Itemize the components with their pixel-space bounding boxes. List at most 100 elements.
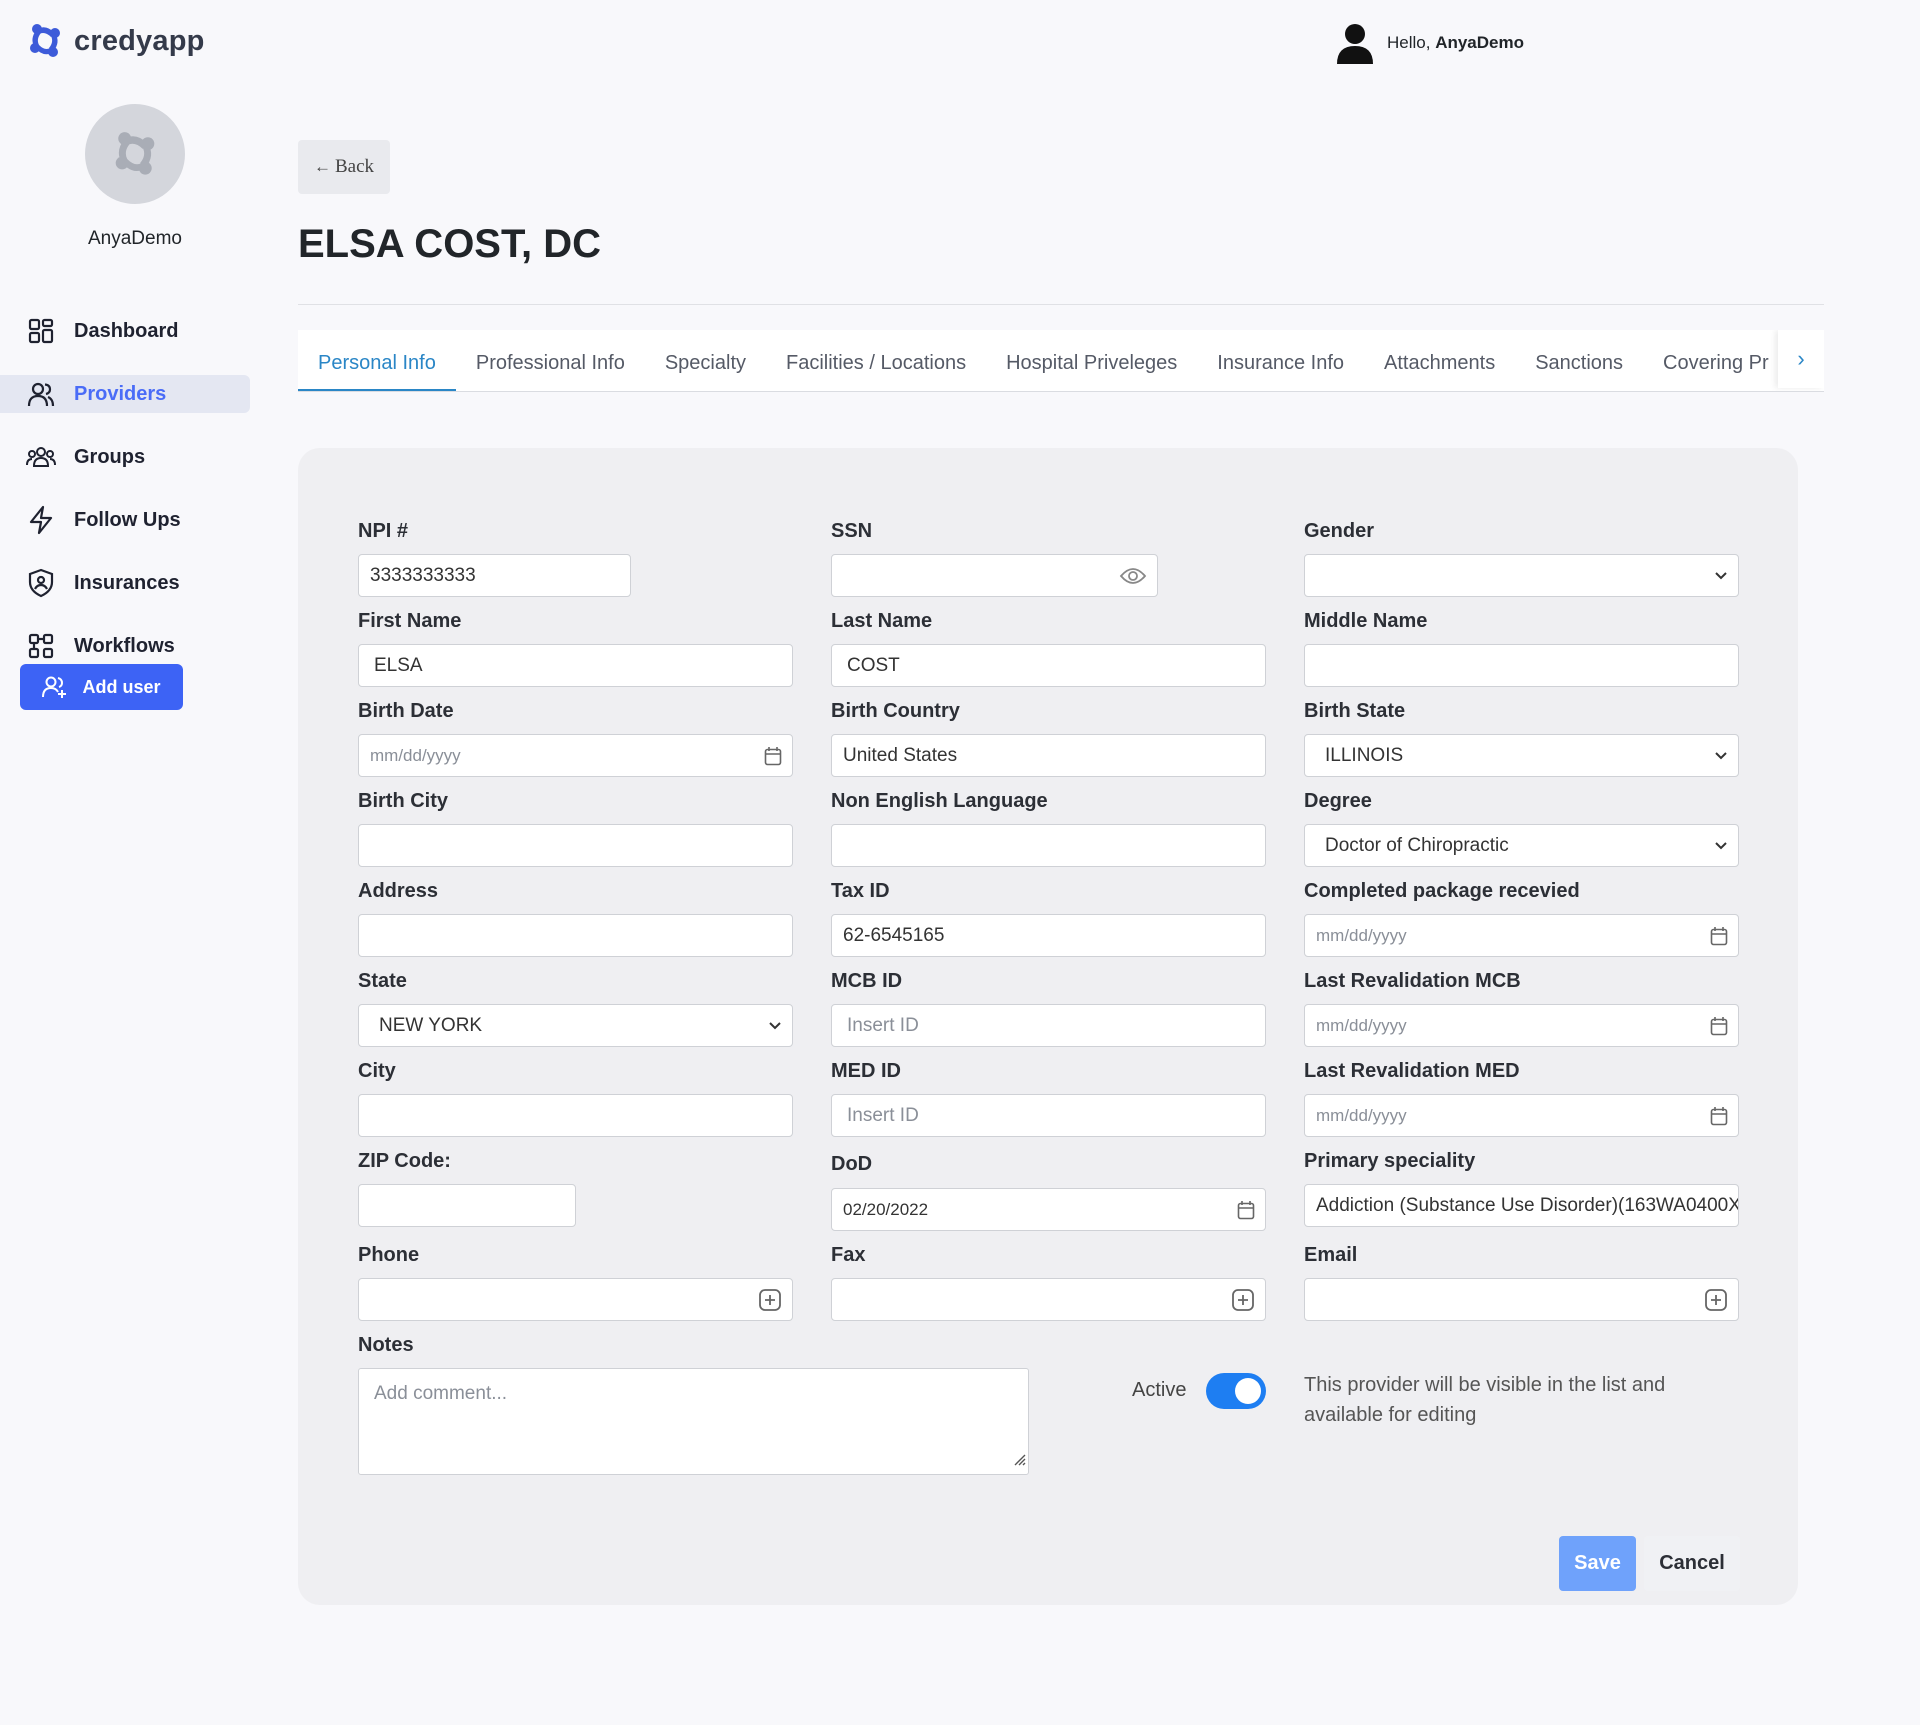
toggle-knob xyxy=(1235,1378,1261,1404)
chevron-down-icon xyxy=(1714,751,1728,761)
sidebar-item-label: Workflows xyxy=(74,634,175,657)
cancel-button[interactable]: Cancel xyxy=(1644,1536,1740,1591)
add-phone-icon[interactable] xyxy=(758,1288,782,1312)
calendar-icon[interactable] xyxy=(1237,1200,1255,1220)
med-id-label: MED ID xyxy=(831,1060,901,1082)
tab-personal-info[interactable]: Personal Info xyxy=(298,330,456,391)
sidebar-nav: Dashboard Providers Groups Follow Ups In… xyxy=(0,312,250,690)
add-email-icon[interactable] xyxy=(1704,1288,1728,1312)
middle-name-input[interactable] xyxy=(1304,644,1739,687)
sidebar-item-label: Groups xyxy=(74,445,146,468)
degree-select[interactable]: Doctor of Chiropractic xyxy=(1304,824,1739,867)
sidebar-item-insurances[interactable]: Insurances xyxy=(0,564,250,602)
birth-date-label: Birth Date xyxy=(358,700,454,722)
tab-sanctions[interactable]: Sanctions xyxy=(1515,330,1643,391)
tab-scroll-next-button[interactable]: › xyxy=(1778,330,1824,388)
birth-state-select[interactable]: ILLINOIS xyxy=(1304,734,1739,777)
sidebar-item-follow-ups[interactable]: Follow Ups xyxy=(0,501,250,539)
notes-textarea[interactable]: Add comment... xyxy=(358,1368,1029,1475)
birth-country-label: Birth Country xyxy=(831,700,960,722)
sidebar-item-label: Providers xyxy=(74,382,167,405)
save-button[interactable]: Save xyxy=(1559,1536,1636,1591)
dod-label: DoD xyxy=(831,1153,873,1175)
zip-input[interactable] xyxy=(358,1184,576,1227)
fax-label: Fax xyxy=(831,1244,866,1266)
active-toggle[interactable] xyxy=(1206,1373,1266,1409)
back-button[interactable]: ← Back xyxy=(298,140,390,194)
last-reval-med-label: Last Revalidation MED xyxy=(1304,1060,1520,1082)
calendar-icon[interactable] xyxy=(764,746,782,766)
first-name-input[interactable]: ELSA xyxy=(358,644,793,687)
chevron-down-icon xyxy=(1714,571,1728,581)
email-input[interactable] xyxy=(1304,1278,1739,1321)
completed-package-placeholder: mm/dd/yyyy xyxy=(1316,925,1407,945)
sidebar-item-groups[interactable]: Groups xyxy=(0,438,250,476)
mcb-id-input[interactable]: Insert ID xyxy=(831,1004,1266,1047)
completed-package-label: Completed package recevied xyxy=(1304,880,1580,902)
tab-hospital-priveleges[interactable]: Hospital Priveleges xyxy=(986,330,1197,391)
sidebar-item-label: Follow Ups xyxy=(74,508,181,531)
calendar-icon[interactable] xyxy=(1710,1016,1728,1036)
tax-id-input[interactable]: 62-6545165 xyxy=(831,914,1266,957)
fax-input[interactable] xyxy=(831,1278,1266,1321)
add-user-button[interactable]: Add user xyxy=(20,664,183,710)
sidebar-avatar xyxy=(85,104,185,204)
sidebar-item-providers[interactable]: Providers xyxy=(0,375,250,413)
med-id-input[interactable]: Insert ID xyxy=(831,1094,1266,1137)
user-greeting[interactable]: Hello, AnyaDemo xyxy=(1335,22,1524,64)
dashboard-grid-icon xyxy=(26,316,56,346)
birth-city-input[interactable] xyxy=(358,824,793,867)
tab-insurance-info[interactable]: Insurance Info xyxy=(1197,330,1364,391)
completed-package-input[interactable]: mm/dd/yyyy xyxy=(1304,914,1739,957)
tab-covering-providers[interactable]: Covering Pr xyxy=(1643,330,1789,391)
app-logo[interactable]: credyapp xyxy=(24,20,205,62)
add-fax-icon[interactable] xyxy=(1231,1288,1255,1312)
npi-input[interactable]: 3333333333 xyxy=(358,554,631,597)
add-user-label: Add user xyxy=(82,676,161,697)
sidebar-item-workflows[interactable]: Workflows xyxy=(0,627,250,665)
calendar-icon[interactable] xyxy=(1710,926,1728,946)
birth-date-input[interactable]: mm/dd/yyyy xyxy=(358,734,793,777)
address-input[interactable] xyxy=(358,914,793,957)
notes-placeholder: Add comment... xyxy=(374,1383,508,1404)
last-name-input[interactable]: COST xyxy=(831,644,1266,687)
birth-date-placeholder: mm/dd/yyyy xyxy=(370,745,461,765)
last-reval-mcb-input[interactable]: mm/dd/yyyy xyxy=(1304,1004,1739,1047)
state-value: NEW YORK xyxy=(379,1014,483,1036)
sidebar-item-label: Insurances xyxy=(74,571,180,594)
tab-facilities-locations[interactable]: Facilities / Locations xyxy=(766,330,986,391)
non-english-input[interactable] xyxy=(831,824,1266,867)
sidebar-item-dashboard[interactable]: Dashboard xyxy=(0,312,250,350)
tax-id-label: Tax ID xyxy=(831,880,890,902)
chevron-right-icon: › xyxy=(1797,346,1805,371)
tab-specialty[interactable]: Specialty xyxy=(645,330,766,391)
eye-icon[interactable] xyxy=(1119,566,1147,586)
avatar-logo-icon xyxy=(115,132,155,175)
degree-label: Degree xyxy=(1304,790,1372,812)
last-name-label: Last Name xyxy=(831,610,933,632)
dod-input[interactable]: 02/20/2022 xyxy=(831,1188,1266,1231)
title-divider xyxy=(298,304,1824,305)
dod-value: 02/20/2022 xyxy=(843,1199,929,1219)
mcb-id-label: MCB ID xyxy=(831,970,903,992)
state-select[interactable]: NEW YORK xyxy=(358,1004,793,1047)
phone-input[interactable] xyxy=(358,1278,793,1321)
sidebar-item-label: Dashboard xyxy=(74,319,179,342)
address-label: Address xyxy=(358,880,439,902)
last-reval-med-input[interactable]: mm/dd/yyyy xyxy=(1304,1094,1739,1137)
last-reval-med-placeholder: mm/dd/yyyy xyxy=(1316,1105,1407,1125)
non-english-label: Non English Language xyxy=(831,790,1048,812)
user-avatar-icon xyxy=(1336,24,1373,64)
city-input[interactable] xyxy=(358,1094,793,1137)
calendar-icon[interactable] xyxy=(1710,1106,1728,1126)
gender-select[interactable] xyxy=(1304,554,1739,597)
primary-specialty-input[interactable]: Addiction (Substance Use Disorder)(163WA… xyxy=(1304,1184,1739,1227)
degree-value: Doctor of Chiropractic xyxy=(1325,834,1509,856)
birth-country-input[interactable]: United States xyxy=(831,734,1266,777)
tab-attachments[interactable]: Attachments xyxy=(1364,330,1515,391)
phone-label: Phone xyxy=(358,1244,420,1266)
tab-professional-info[interactable]: Professional Info xyxy=(456,330,645,391)
ssn-input[interactable] xyxy=(831,554,1158,597)
resize-handle-icon[interactable] xyxy=(1012,1450,1026,1472)
greeting-username: AnyaDemo xyxy=(1435,33,1524,52)
